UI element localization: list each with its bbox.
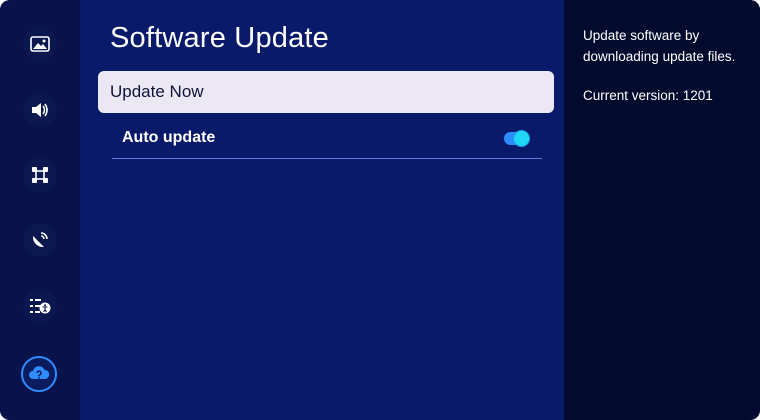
info-description: Update software by downloading update fi… <box>583 28 736 64</box>
picture-icon <box>30 36 50 52</box>
sidebar-item-sound[interactable] <box>23 93 57 127</box>
support-help-icon <box>29 366 50 379</box>
satellite-icon <box>32 232 48 248</box>
settings-sidebar <box>0 0 80 420</box>
sidebar-item-general[interactable] <box>23 289 57 323</box>
auto-update-row[interactable]: Auto update <box>112 118 542 159</box>
sound-icon <box>32 103 48 117</box>
toggle-knob <box>514 130 529 146</box>
software-update-panel: Software Update Update Now Auto update <box>80 0 564 420</box>
update-now-button[interactable]: Update Now <box>98 71 554 113</box>
connection-icon <box>32 167 48 183</box>
update-now-label: Update Now <box>110 82 204 101</box>
sidebar-item-picture[interactable] <box>23 27 57 61</box>
auto-update-toggle[interactable] <box>504 130 529 146</box>
tv-settings-screen: Software Update Update Now Auto update U… <box>0 0 760 420</box>
sidebar-item-connection[interactable] <box>23 158 57 192</box>
accessibility-icon <box>30 299 51 314</box>
auto-update-label: Auto update <box>122 129 216 146</box>
page-title: Software Update <box>110 22 330 54</box>
current-version: Current version: 1201 <box>583 88 713 103</box>
sidebar-item-broadcasting[interactable] <box>23 223 57 257</box>
info-panel: Update software by downloading update fi… <box>564 0 760 420</box>
sidebar-item-support[interactable] <box>21 356 57 392</box>
